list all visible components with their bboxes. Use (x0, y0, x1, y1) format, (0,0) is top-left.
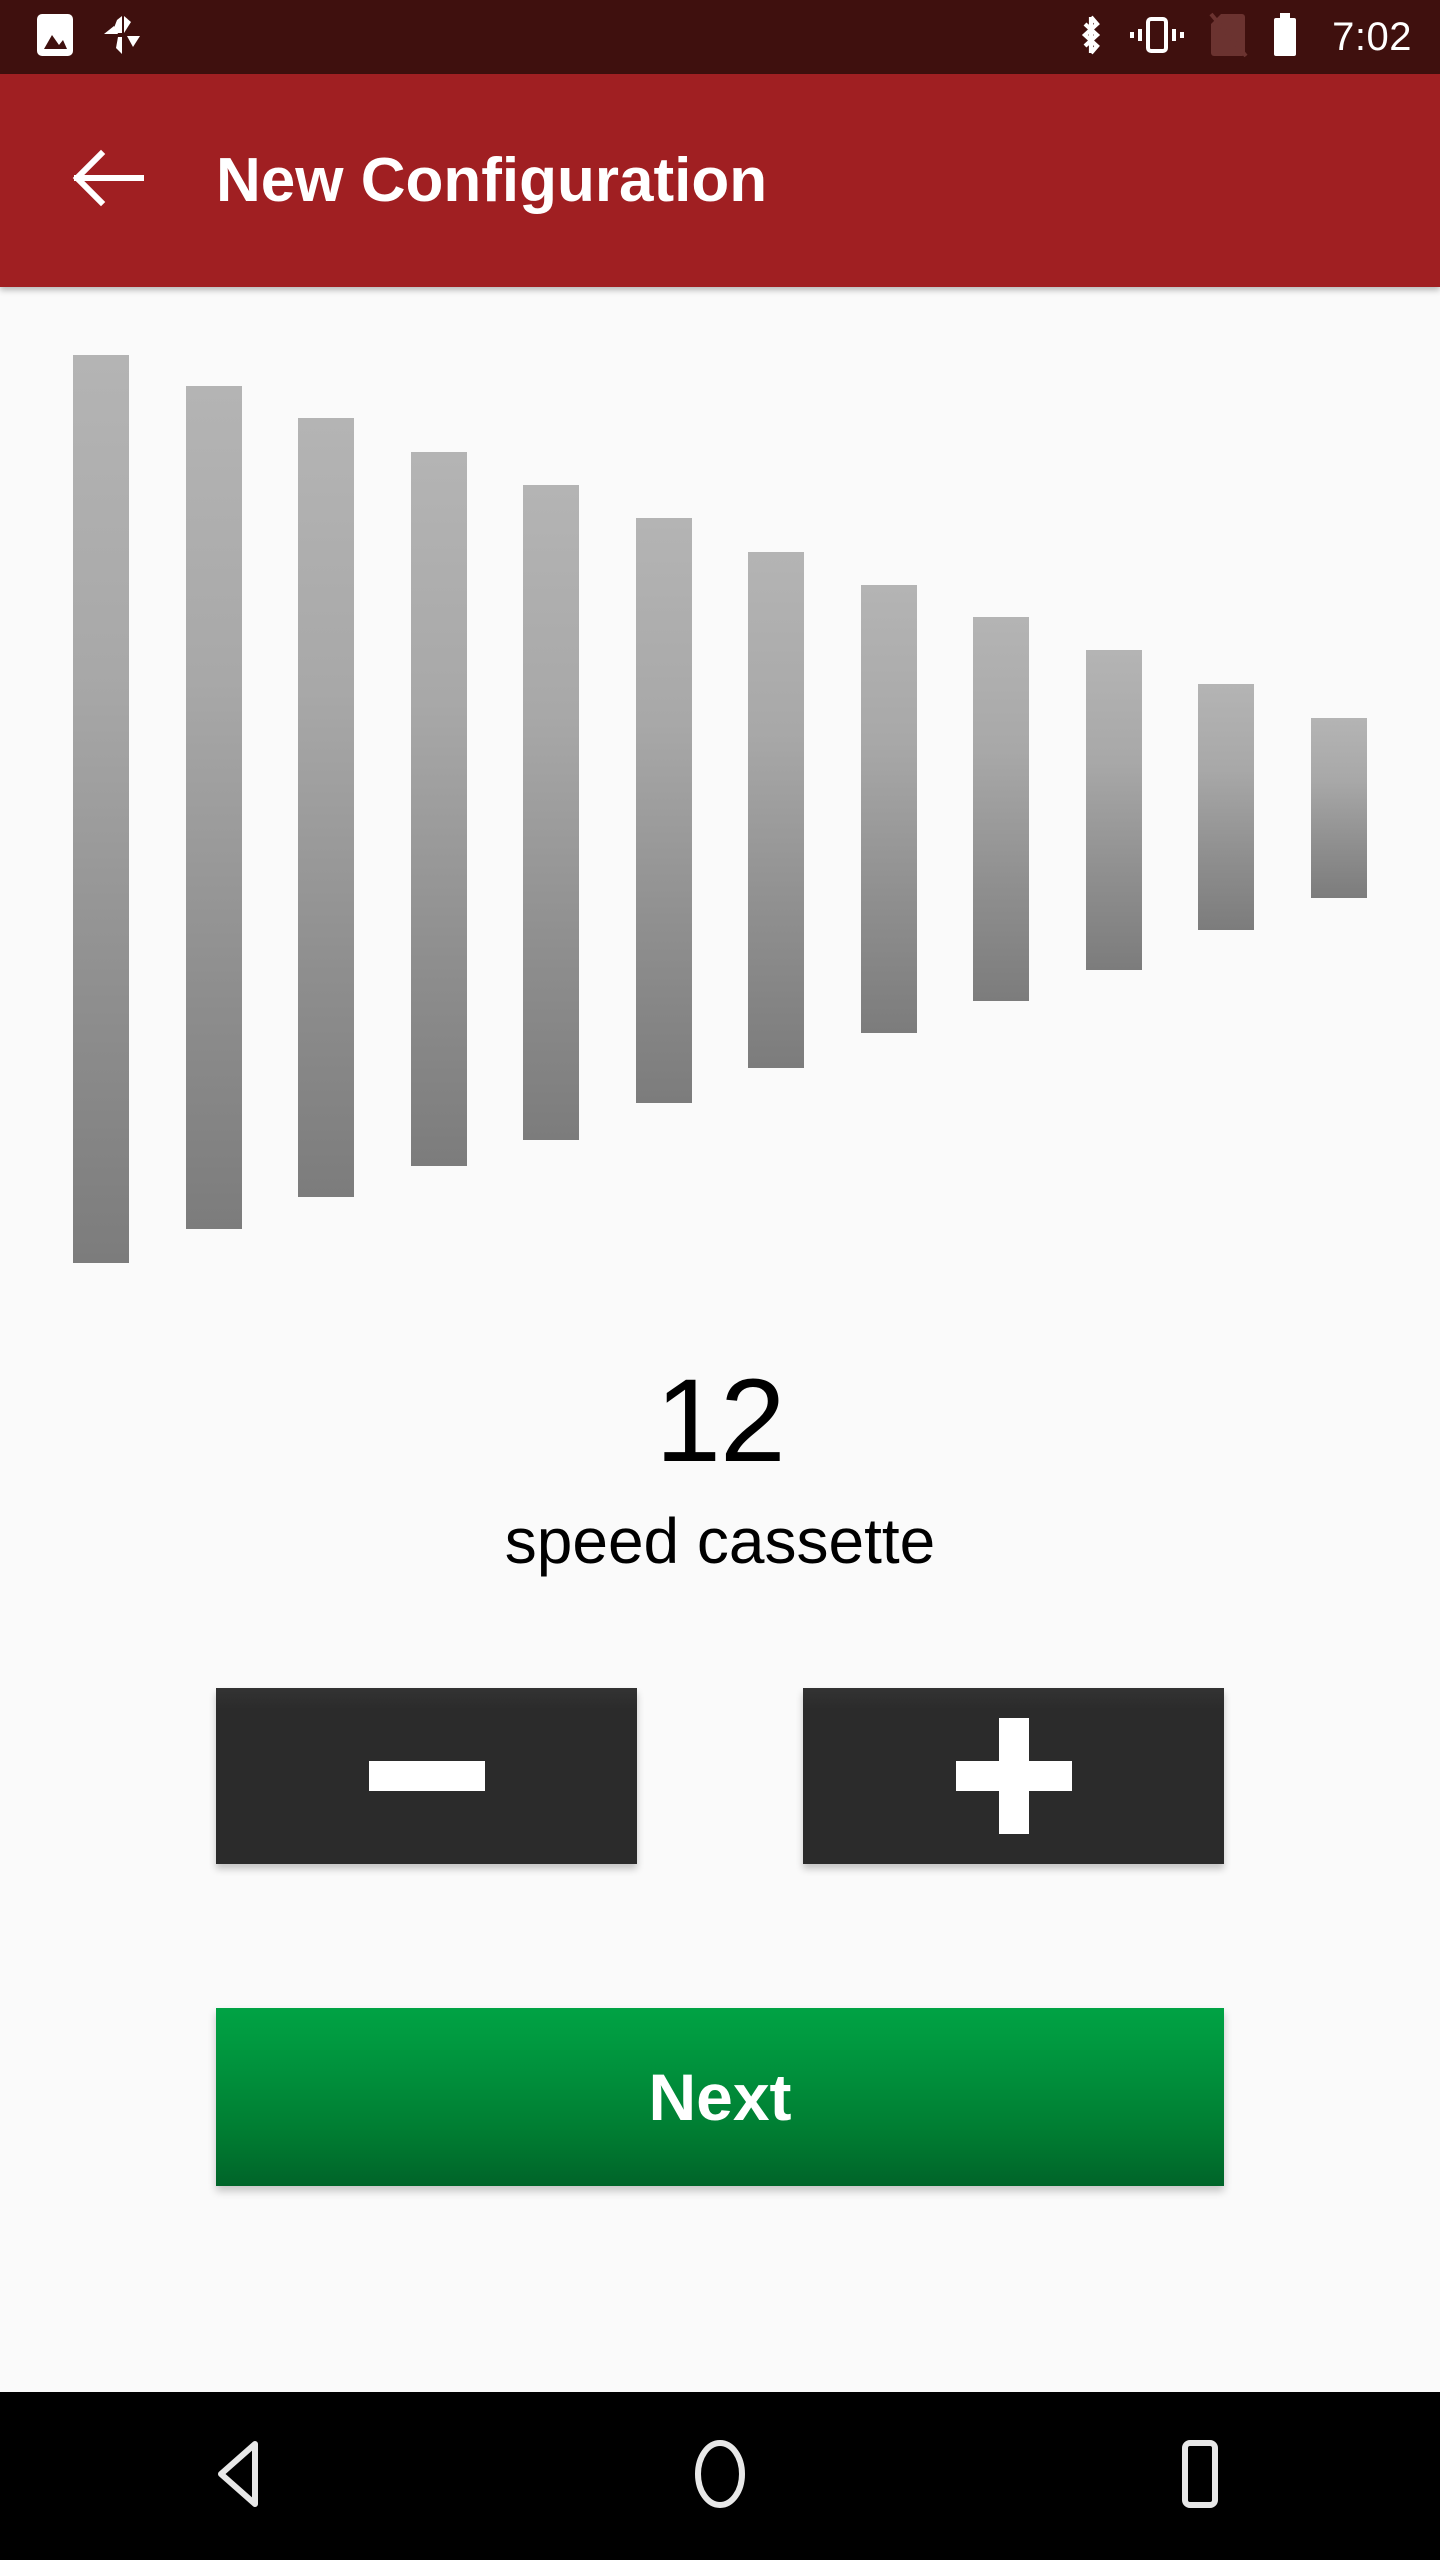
system-navigation-bar (0, 2392, 1440, 2560)
cassette-bar (186, 386, 242, 1229)
triangle-left-icon (209, 2440, 271, 2513)
square-icon (1172, 2439, 1228, 2514)
pinwheel-icon (100, 12, 144, 63)
content-area: 12 speed cassette Next (0, 287, 1440, 2392)
cassette-bar (523, 485, 579, 1140)
cassette-bar (1311, 718, 1367, 898)
increment-button[interactable] (803, 1688, 1224, 1864)
speed-stepper (216, 1688, 1224, 1864)
arrow-left-icon (71, 147, 145, 214)
status-bar-notifications (36, 12, 144, 63)
status-bar-clock: 7:02 (1332, 15, 1412, 59)
nav-home-key[interactable] (480, 2392, 960, 2560)
vibrate-icon (1128, 15, 1186, 60)
status-bar: 7:02 (0, 0, 1440, 74)
page-title: New Configuration (216, 145, 768, 215)
nav-recents-key[interactable] (960, 2392, 1440, 2560)
photo-icon (36, 13, 74, 62)
next-button-label: Next (648, 2060, 792, 2134)
app-screen: 7:02 New Configuration 12 speed cassette (0, 0, 1440, 2560)
next-button[interactable]: Next (216, 2008, 1224, 2186)
app-bar: New Configuration (0, 74, 1440, 287)
cassette-bar (1086, 650, 1142, 970)
back-button[interactable] (60, 133, 156, 229)
circle-icon (692, 2438, 748, 2515)
cassette-bar (298, 418, 354, 1197)
nav-back-key[interactable] (0, 2392, 480, 2560)
cassette-speed-value: 12 (655, 1355, 785, 1487)
cassette-bar (748, 552, 804, 1068)
status-bar-system-icons: 7:02 (1076, 12, 1412, 63)
cassette-bar-chart (0, 287, 1440, 1287)
cassette-speed-label: speed cassette (504, 1505, 936, 1577)
decrement-button[interactable] (216, 1688, 637, 1864)
cassette-bar (861, 585, 917, 1033)
cassette-bar (411, 452, 467, 1166)
cassette-bar (73, 355, 129, 1263)
cassette-bar (636, 518, 692, 1103)
plus-icon (955, 1718, 1072, 1834)
cassette-bar (973, 617, 1029, 1001)
minus-icon (368, 1761, 485, 1791)
bluetooth-icon (1076, 13, 1106, 62)
cassette-bar (1198, 684, 1254, 930)
no-sim-icon (1208, 12, 1248, 63)
battery-icon (1270, 12, 1300, 63)
